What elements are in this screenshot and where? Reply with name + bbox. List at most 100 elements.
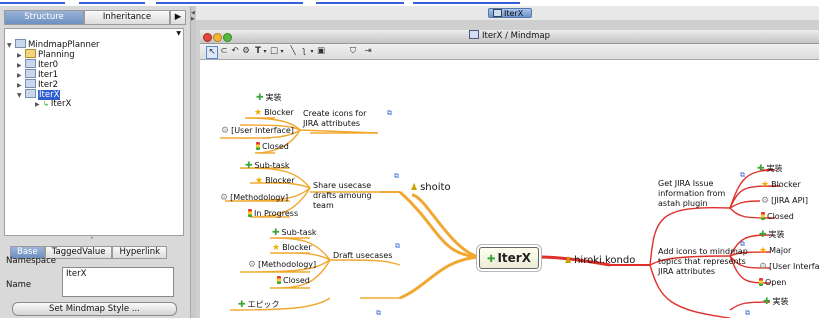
- tree-item-iter0[interactable]: ▶ Iter0: [17, 59, 58, 70]
- model-tree[interactable]: ▼ ▼ MindmapPlanner ▶ Planning ▶ Iter0 ▶ Iter…: [4, 28, 184, 236]
- tree-menu-icon[interactable]: ▼: [176, 30, 181, 37]
- mindmap-diagram-icon: [468, 30, 479, 39]
- jira-link-icon[interactable]: ⧉: [740, 171, 745, 180]
- leaf-component[interactable]: ⚙ [User Interface]: [221, 126, 294, 136]
- jira-link-icon[interactable]: ⧉: [387, 109, 392, 118]
- name-field[interactable]: IterX: [62, 267, 174, 297]
- component-gear-icon: ⚙: [761, 196, 770, 206]
- tab-inheritance[interactable]: Inheritance: [84, 10, 170, 25]
- topic-create-icons[interactable]: Create icons for JIRA attributes: [303, 109, 383, 129]
- issue-type-icon: ✚: [272, 228, 280, 238]
- jira-link-icon[interactable]: ⧉: [394, 172, 399, 181]
- project-icon: [15, 39, 26, 48]
- blocker-star-icon: ★: [272, 243, 281, 253]
- central-topic-icon: ✚: [487, 254, 496, 265]
- tree-item-iterx[interactable]: ▼ IterX: [17, 89, 61, 101]
- undo-icon[interactable]: ↶: [230, 46, 240, 57]
- topic-icon: ↳: [43, 100, 49, 108]
- diagram-toolbar: ↖ ⊂ ↶ ⚙ T ▾ □ ▾ ╲ ʅ ▾ ▣ ⛉ ⇥: [200, 44, 819, 60]
- leaf-status[interactable]: Open: [759, 278, 786, 288]
- issue-type-icon: ✚: [763, 297, 771, 307]
- blocker-star-icon: ★: [761, 180, 770, 190]
- structure-icon[interactable]: ⛉: [348, 46, 358, 57]
- status-traffic-icon: [761, 212, 765, 220]
- stamp-icon[interactable]: ⚙: [241, 46, 251, 57]
- leaf-issue-type[interactable]: ✚ 実装: [757, 164, 783, 174]
- collapse-icon[interactable]: ▶: [35, 100, 43, 110]
- tab-scroll-right-icon[interactable]: ▶: [170, 10, 186, 25]
- image-icon[interactable]: ▣: [316, 46, 326, 57]
- issue-type-icon: ✚: [256, 93, 264, 103]
- leaf-issue-type[interactable]: ✚ Sub-task: [245, 161, 290, 171]
- mindmap-canvas[interactable]: ✚ 実装 ★ Blocker ⚙ [User Interface] Closed Cr…: [200, 60, 819, 318]
- tab-hyperlink[interactable]: Hyperlink: [112, 246, 168, 259]
- diagram-icon: [25, 89, 36, 98]
- leaf-issue-type[interactable]: ✚ Sub-task: [272, 228, 317, 238]
- central-topic[interactable]: ✚ IterX: [479, 247, 539, 269]
- leaf-status[interactable]: Closed: [277, 276, 310, 286]
- topic-hiroki-kondo[interactable]: ♟ hiroki.kondo: [564, 256, 635, 267]
- leaf-priority[interactable]: ★ Blocker: [761, 180, 801, 190]
- topic-draft-usecases[interactable]: Draft usecases: [333, 251, 392, 261]
- topic-share-usecase[interactable]: Share usecase drafts amoung team: [313, 181, 393, 211]
- tab-structure[interactable]: Structure: [4, 10, 84, 25]
- status-traffic-icon: [277, 276, 281, 284]
- person-icon: ♟: [410, 183, 419, 193]
- leaf-status[interactable]: Closed: [761, 212, 794, 222]
- jira-link-icon[interactable]: ⧉: [745, 309, 750, 318]
- topic-add-icons[interactable]: Add icons to mindmap topics that represe…: [658, 247, 750, 277]
- leaf-issue-type[interactable]: ✚ 実装: [763, 297, 789, 307]
- close-window-icon[interactable]: [203, 33, 212, 42]
- component-gear-icon: ⚙: [248, 260, 257, 270]
- tree-item-iter2[interactable]: ▶ Iter2: [17, 79, 58, 90]
- leaf-issue-type[interactable]: ✚ エピック: [238, 300, 280, 310]
- leaf-priority[interactable]: ★ Blocker: [272, 243, 312, 253]
- folder-icon: [25, 49, 36, 58]
- leaf-status[interactable]: In Progress: [248, 209, 298, 219]
- dropdown-icon[interactable]: ▾: [279, 46, 285, 57]
- resize-handle-icon[interactable]: •: [90, 235, 98, 242]
- select-arrow-icon[interactable]: ↖: [206, 46, 218, 59]
- jira-link-icon[interactable]: ⧉: [740, 240, 745, 249]
- status-traffic-icon: [759, 278, 763, 286]
- issue-type-icon: ✚: [759, 230, 767, 240]
- leaf-component[interactable]: ⚙ [Methodology]: [220, 193, 288, 203]
- leaf-component[interactable]: ⚙ [User Interfa: [759, 262, 819, 272]
- blocker-star-icon: ★: [255, 176, 264, 186]
- topic-shoito[interactable]: ♟ shoito: [410, 183, 451, 194]
- tree-item-iter1[interactable]: ▶ Iter1: [17, 69, 58, 80]
- jira-link-icon[interactable]: ⧉: [376, 309, 381, 318]
- rectangle-icon[interactable]: □: [269, 46, 279, 57]
- leaf-component[interactable]: ⚙ [JIRA API]: [761, 196, 808, 206]
- set-mindmap-style-button[interactable]: Set Mindmap Style ...: [12, 302, 177, 316]
- line-icon[interactable]: ╲: [288, 46, 298, 57]
- component-gear-icon: ⚙: [221, 126, 230, 136]
- zoom-window-icon[interactable]: [223, 33, 232, 42]
- leaf-priority[interactable]: ★ Major: [759, 246, 791, 256]
- name-label: Name: [6, 280, 32, 290]
- topic-get-jira[interactable]: Get JIRA Issue information from astah pl…: [658, 179, 750, 209]
- connector-icon[interactable]: ʅ: [299, 46, 309, 57]
- jira-link-icon[interactable]: ⧉: [395, 242, 400, 251]
- tree-item-iterx-topic[interactable]: ▶ ↳ IterX: [35, 99, 71, 109]
- issue-type-icon: ✚: [245, 161, 253, 171]
- blocker-star-icon: ★: [254, 108, 263, 118]
- status-traffic-icon: [248, 209, 252, 217]
- leaf-priority[interactable]: ★ Blocker: [255, 176, 295, 186]
- leaf-component[interactable]: ⚙ [Methodology]: [248, 260, 316, 270]
- dropdown-icon[interactable]: ▾: [309, 46, 315, 57]
- expand-icon[interactable]: ▼: [7, 41, 15, 51]
- layout-icon[interactable]: ⇥: [363, 46, 373, 57]
- leaf-issue-type[interactable]: ✚ 実装: [256, 93, 282, 103]
- major-star-icon: ★: [759, 246, 768, 256]
- diagram-window-tab[interactable]: IterX: [488, 8, 532, 18]
- tree-item-planning[interactable]: ▶ Planning: [17, 49, 75, 60]
- leaf-priority[interactable]: ★ Blocker: [254, 108, 294, 118]
- expand-icon[interactable]: ▼: [17, 91, 25, 101]
- tree-item-root[interactable]: ▼ MindmapPlanner: [7, 39, 100, 51]
- minimize-window-icon[interactable]: [213, 33, 222, 42]
- leaf-status[interactable]: Closed: [256, 142, 289, 152]
- lasso-icon[interactable]: ⊂: [219, 46, 229, 57]
- dropdown-icon[interactable]: ▾: [262, 46, 268, 57]
- leaf-issue-type[interactable]: ✚ 実装: [759, 230, 785, 240]
